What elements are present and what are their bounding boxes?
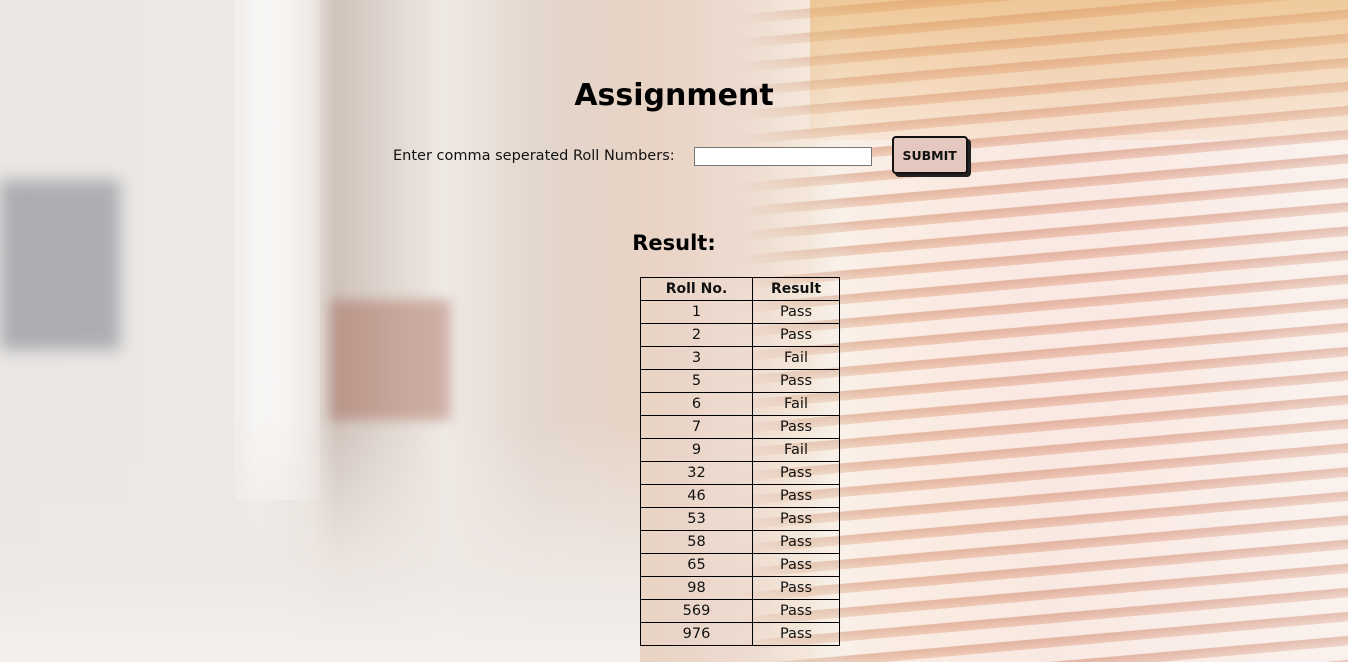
result-cell: Pass bbox=[752, 599, 840, 623]
roll-cell: 569 bbox=[640, 599, 753, 623]
result-table: Roll No. Result 1 Pass 2 Pass 3 Fail 5 Pass … bbox=[640, 277, 840, 646]
result-cell: Pass bbox=[752, 507, 840, 531]
roll-cell: 65 bbox=[640, 553, 753, 577]
table-row: 6 Fail bbox=[640, 392, 840, 416]
roll-cell: 3 bbox=[640, 346, 753, 370]
table-row: 7 Pass bbox=[640, 415, 840, 439]
column-header-result: Result bbox=[752, 277, 840, 301]
table-row: 9 Fail bbox=[640, 438, 840, 462]
roll-number-form: Enter comma seperated Roll Numbers: SUBM… bbox=[393, 136, 968, 176]
result-cell: Pass bbox=[752, 553, 840, 577]
table-row: 1 Pass bbox=[640, 300, 840, 324]
result-cell: Pass bbox=[752, 622, 840, 646]
table-row: 3 Fail bbox=[640, 346, 840, 370]
submit-button[interactable]: SUBMIT bbox=[891, 136, 968, 174]
roll-cell: 46 bbox=[640, 484, 753, 508]
roll-cell: 6 bbox=[640, 392, 753, 416]
roll-numbers-label: Enter comma seperated Roll Numbers: bbox=[393, 148, 675, 164]
table-row: 5 Pass bbox=[640, 369, 840, 393]
table-row: 976 Pass bbox=[640, 622, 840, 646]
table-row: 46 Pass bbox=[640, 484, 840, 508]
roll-cell: 7 bbox=[640, 415, 753, 439]
result-cell: Fail bbox=[752, 346, 840, 370]
result-cell: Pass bbox=[752, 323, 840, 347]
table-row: 65 Pass bbox=[640, 553, 840, 577]
roll-cell: 53 bbox=[640, 507, 753, 531]
roll-cell: 5 bbox=[640, 369, 753, 393]
roll-cell: 2 bbox=[640, 323, 753, 347]
table-row: 569 Pass bbox=[640, 599, 840, 623]
page-content: Assignment Enter comma seperated Roll Nu… bbox=[0, 0, 1348, 662]
result-cell: Pass bbox=[752, 530, 840, 554]
result-heading: Result: bbox=[632, 231, 716, 255]
roll-cell: 32 bbox=[640, 461, 753, 485]
table-row: 32 Pass bbox=[640, 461, 840, 485]
table-row: 58 Pass bbox=[640, 530, 840, 554]
result-cell: Fail bbox=[752, 392, 840, 416]
result-cell: Fail bbox=[752, 438, 840, 462]
result-cell: Pass bbox=[752, 300, 840, 324]
roll-cell: 98 bbox=[640, 576, 753, 600]
roll-cell: 9 bbox=[640, 438, 753, 462]
result-cell: Pass bbox=[752, 415, 840, 439]
roll-numbers-input[interactable] bbox=[693, 146, 872, 166]
table-header-row: Roll No. Result bbox=[640, 277, 840, 301]
roll-cell: 976 bbox=[640, 622, 753, 646]
result-cell: Pass bbox=[752, 369, 840, 393]
column-header-roll-no: Roll No. bbox=[640, 277, 753, 301]
page-title: Assignment bbox=[574, 78, 774, 113]
table-row: 98 Pass bbox=[640, 576, 840, 600]
roll-cell: 58 bbox=[640, 530, 753, 554]
table-row: 53 Pass bbox=[640, 507, 840, 531]
result-cell: Pass bbox=[752, 576, 840, 600]
result-cell: Pass bbox=[752, 484, 840, 508]
table-row: 2 Pass bbox=[640, 323, 840, 347]
roll-cell: 1 bbox=[640, 300, 753, 324]
result-cell: Pass bbox=[752, 461, 840, 485]
